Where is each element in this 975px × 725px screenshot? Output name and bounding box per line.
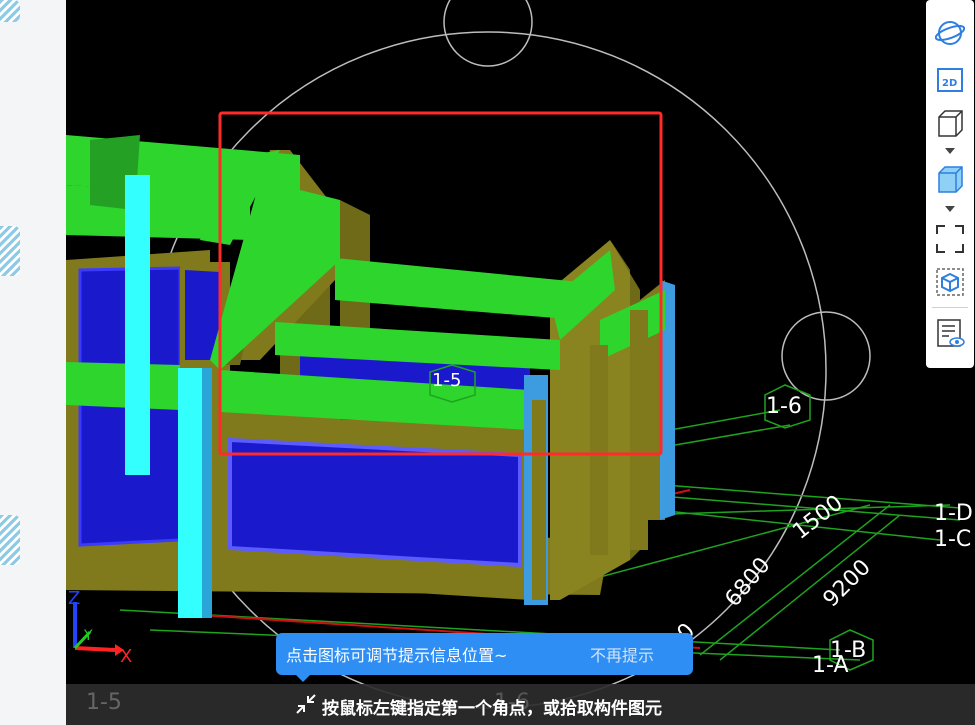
thumbnail-item[interactable] xyxy=(0,0,20,22)
hint-tooltip[interactable]: 点击图标可调节提示信息位置~ 不再提示 xyxy=(276,633,693,682)
grid-label-1-c: 1-C xyxy=(934,527,971,552)
left-panel xyxy=(0,0,67,725)
axis-z-label: Z xyxy=(68,588,80,609)
wireframe-dropdown[interactable] xyxy=(944,146,956,156)
2d-view-label: 2D xyxy=(942,78,957,89)
axis-y-label: Y xyxy=(83,628,93,644)
command-status-bar: 1-5 1-6 按鼠标左键指定第一个角点，或拾取构件图元 xyxy=(66,684,975,725)
view-toolbar: 2D xyxy=(926,0,974,368)
3d-wireframe-button[interactable] xyxy=(933,106,967,140)
2d-view-icon: 2D xyxy=(937,68,963,92)
fit-view-icon xyxy=(936,225,964,253)
2d-view-button[interactable]: 2D xyxy=(933,62,967,96)
grid-label-1-d: 1-D xyxy=(934,501,973,526)
3d-viewport[interactable]: 1-6 1-5 1-D 1-C 1-B 1-A 1500 6800 9200 0… xyxy=(66,0,975,725)
hint-tooltip-text: 点击图标可调节提示信息位置~ xyxy=(286,646,508,665)
isolate-view-icon xyxy=(936,268,964,296)
dimension-9200: 9200 xyxy=(819,555,876,612)
isolate-view-button[interactable] xyxy=(933,265,967,299)
chevron-down-icon xyxy=(945,148,955,154)
grid-label-1-5: 1-5 xyxy=(432,370,461,391)
model-scene[interactable]: 1-6 1-5 1-D 1-C 1-B 1-A 1500 6800 9200 0… xyxy=(66,0,975,725)
thumbnail-item[interactable] xyxy=(0,226,20,276)
toolbar-divider xyxy=(932,307,968,308)
chevron-down-icon xyxy=(945,206,955,212)
axis-triad: Z X Y xyxy=(68,588,132,667)
orbit-button[interactable] xyxy=(933,16,967,50)
grid-label-1-a: 1-A xyxy=(812,653,849,678)
dont-show-again-link[interactable]: 不再提示 xyxy=(590,642,654,666)
axis-x-label: X xyxy=(120,646,132,667)
visibility-settings-button[interactable] xyxy=(933,316,967,350)
3d-solid-icon xyxy=(938,166,963,193)
fit-view-button[interactable] xyxy=(933,222,967,256)
orbit-icon xyxy=(935,21,965,45)
status-grid-label: 1-5 xyxy=(86,690,122,715)
dimension-6800: 6800 xyxy=(720,553,775,612)
collapse-arrows-icon[interactable] xyxy=(294,692,318,720)
visibility-settings-icon xyxy=(937,319,965,347)
status-message: 按鼠标左键指定第一个角点，或拾取构件图元 xyxy=(322,699,662,719)
building-model xyxy=(66,135,675,618)
grid-label-1-6: 1-6 xyxy=(766,394,802,419)
thumbnail-item[interactable] xyxy=(0,515,20,565)
solid-dropdown[interactable] xyxy=(944,204,956,214)
3d-wireframe-icon xyxy=(938,110,963,137)
3d-solid-button[interactable] xyxy=(933,162,967,196)
